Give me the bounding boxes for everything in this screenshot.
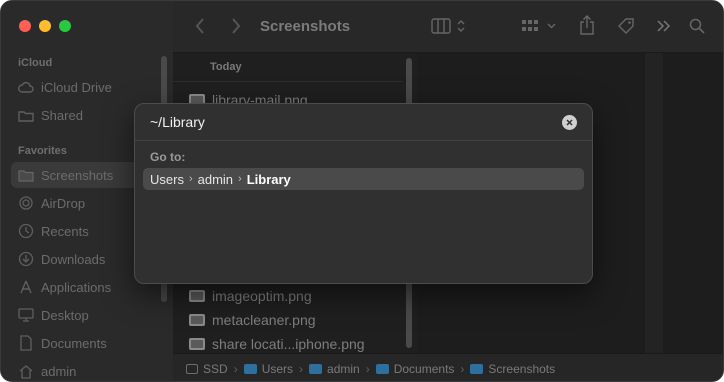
path-label: Users bbox=[261, 361, 294, 376]
folder-icon bbox=[243, 363, 257, 374]
sidebar-item-icloud-drive[interactable]: iCloud Drive bbox=[11, 74, 163, 100]
list-item[interactable]: metacleaner.png bbox=[189, 309, 316, 331]
sidebar-item-label: iCloud Drive bbox=[41, 79, 112, 95]
disk-icon bbox=[186, 363, 198, 374]
file-name: metacleaner.png bbox=[212, 312, 316, 328]
shared-folder-icon bbox=[18, 110, 34, 122]
close-window-button[interactable] bbox=[19, 20, 31, 32]
go-to-label: Go to: bbox=[150, 150, 186, 164]
sidebar-item-label: Desktop bbox=[41, 307, 89, 323]
path-label: SSD bbox=[203, 361, 228, 376]
suggestion-segment: Library bbox=[246, 171, 291, 187]
sidebar-item-label: Recents bbox=[41, 223, 89, 239]
divider bbox=[173, 81, 403, 82]
more-chevrons-icon[interactable] bbox=[657, 20, 671, 32]
tag-icon[interactable] bbox=[617, 17, 635, 35]
suggestion-row[interactable]: Users › admin › Library bbox=[143, 168, 584, 190]
sidebar-item-label: Applications bbox=[41, 279, 112, 295]
sidebar-item-admin[interactable]: admin bbox=[11, 358, 163, 381]
sidebar-item-label: Screenshots bbox=[41, 167, 114, 183]
list-item[interactable]: share locati...iphone.png bbox=[189, 333, 365, 355]
minimize-window-button[interactable] bbox=[39, 20, 51, 32]
sidebar-item-label: admin bbox=[41, 363, 77, 379]
search-icon[interactable] bbox=[689, 18, 705, 34]
preview-column bbox=[645, 53, 663, 353]
airdrop-icon bbox=[19, 196, 33, 210]
path-item-users[interactable]: Users bbox=[243, 361, 294, 376]
window-controls bbox=[19, 20, 71, 32]
path-item-ssd[interactable]: SSD bbox=[186, 362, 228, 376]
sidebar-item-desktop[interactable]: Desktop bbox=[11, 302, 163, 328]
sidebar-item-label: Documents bbox=[41, 335, 107, 351]
path-bar: SSD › Users › admin › Documents › Screen… bbox=[173, 353, 723, 381]
group-header: Today bbox=[210, 61, 242, 73]
suggestion-segment: Users bbox=[150, 171, 184, 187]
folder-icon bbox=[18, 169, 34, 182]
folder-icon bbox=[375, 363, 389, 374]
sidebar-section-favorites: Favorites bbox=[18, 145, 67, 157]
applications-icon bbox=[20, 280, 32, 294]
column-view-icon[interactable] bbox=[431, 18, 451, 34]
path-input[interactable]: ~/Library bbox=[150, 114, 205, 130]
finder-window: iCloud iCloud Drive Shared Favorites Scr… bbox=[0, 0, 724, 382]
chevron-updown-icon[interactable] bbox=[457, 19, 465, 33]
toolbar: Screenshots bbox=[173, 1, 723, 53]
folder-icon bbox=[470, 363, 484, 374]
path-item-admin[interactable]: admin bbox=[309, 362, 360, 376]
go-to-folder-dialog: ~/Library Go to: Users › admin › Library bbox=[134, 103, 593, 284]
image-file-icon bbox=[189, 338, 205, 350]
clear-input-button[interactable] bbox=[562, 115, 577, 130]
home-icon bbox=[19, 364, 33, 379]
path-separator: › bbox=[460, 361, 465, 376]
sidebar-item-label: AirDrop bbox=[41, 195, 86, 211]
chevron-down-icon[interactable] bbox=[547, 23, 556, 29]
chevron-right-icon: › bbox=[238, 173, 242, 185]
document-icon bbox=[20, 335, 32, 351]
path-item-screenshots[interactable]: Screenshots bbox=[470, 362, 555, 376]
sidebar-item-label: Downloads bbox=[41, 251, 106, 267]
chevron-right-icon: › bbox=[188, 173, 193, 185]
image-file-icon bbox=[189, 314, 205, 326]
download-icon bbox=[18, 251, 34, 267]
sidebar-section-icloud: iCloud bbox=[18, 57, 53, 69]
path-label: admin bbox=[327, 361, 360, 376]
share-icon[interactable] bbox=[579, 15, 595, 35]
path-separator: › bbox=[365, 361, 370, 376]
sidebar-item-documents[interactable]: Documents bbox=[11, 330, 163, 356]
path-item-documents[interactable]: Documents bbox=[375, 361, 455, 376]
desktop-icon bbox=[18, 308, 34, 322]
back-icon[interactable] bbox=[195, 18, 205, 34]
divider bbox=[135, 140, 592, 141]
group-by-icon[interactable] bbox=[521, 19, 539, 33]
forward-icon[interactable] bbox=[231, 18, 241, 34]
path-separator: › bbox=[299, 361, 304, 376]
file-name: imageoptim.png bbox=[212, 288, 312, 304]
window-title: Screenshots bbox=[260, 18, 351, 35]
image-file-icon bbox=[189, 290, 205, 302]
close-icon bbox=[566, 119, 573, 126]
suggestion-segment: admin bbox=[197, 171, 234, 187]
path-label: Screenshots bbox=[488, 361, 556, 376]
list-item[interactable]: imageoptim.png bbox=[189, 285, 312, 307]
path-label: Documents bbox=[393, 361, 455, 376]
path-separator: › bbox=[233, 361, 238, 376]
clock-icon bbox=[18, 223, 34, 239]
sidebar-item-label: Shared bbox=[41, 107, 83, 123]
file-name: share locati...iphone.png bbox=[212, 336, 365, 352]
cloud-icon bbox=[18, 81, 34, 93]
zoom-window-button[interactable] bbox=[59, 20, 71, 32]
folder-icon bbox=[309, 363, 323, 374]
